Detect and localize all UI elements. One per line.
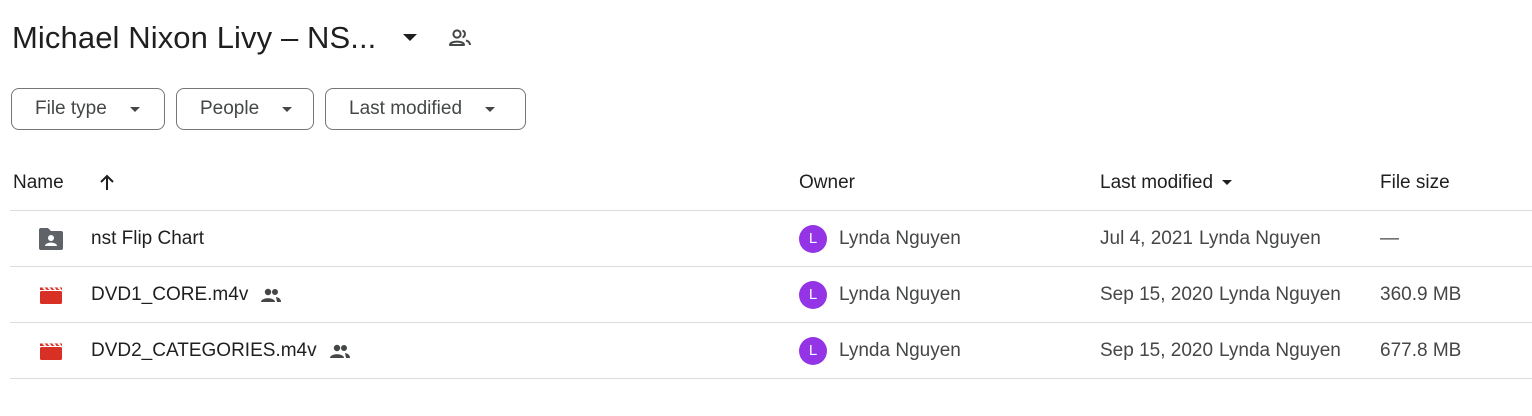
file-table: Name Owner Last modified File size nst F… — [0, 155, 1532, 379]
shared-folder-icon — [37, 211, 65, 266]
modified-cell: Sep 15, 2020 Lynda Nguyen — [1100, 323, 1341, 378]
owner-cell: L Lynda Nguyen — [799, 267, 961, 322]
file-name-cell: DVD2_CATEGORIES.m4v — [91, 323, 351, 378]
last-modified-column-header[interactable]: Last modified — [1100, 155, 1233, 210]
chevron-down-icon — [281, 106, 293, 113]
video-file-icon — [39, 323, 63, 378]
table-row[interactable]: DVD2_CATEGORIES.m4v L Lynda Nguyen Sep 1… — [10, 323, 1532, 379]
column-label: File size — [1380, 171, 1450, 193]
owner-name: Lynda Nguyen — [839, 339, 961, 361]
chevron-down-icon — [484, 106, 496, 113]
file-name[interactable]: DVD2_CATEGORIES.m4v — [91, 340, 317, 362]
file-type-filter[interactable]: File type — [11, 88, 165, 130]
last-modified-filter[interactable]: Last modified — [325, 88, 526, 130]
owner-column-header[interactable]: Owner — [799, 155, 855, 210]
shared-people-icon — [260, 287, 282, 303]
file-size-column-header[interactable]: File size — [1380, 155, 1450, 210]
chevron-down-icon — [129, 106, 141, 113]
file-name-cell: DVD1_CORE.m4v — [91, 267, 282, 322]
name-column-header[interactable]: Name — [13, 155, 64, 210]
owner-cell: L Lynda Nguyen — [799, 211, 961, 266]
modified-cell: Sep 15, 2020 Lynda Nguyen — [1100, 267, 1341, 322]
title-dropdown-icon[interactable] — [400, 28, 420, 48]
owner-name: Lynda Nguyen — [839, 227, 961, 249]
shared-people-icon — [329, 343, 351, 359]
modified-cell: Jul 4, 2021 Lynda Nguyen — [1100, 211, 1321, 266]
modified-date: Jul 4, 2021 — [1100, 227, 1193, 249]
video-file-icon — [39, 267, 63, 322]
sort-arrow-up-icon[interactable] — [98, 155, 116, 210]
column-label: Last modified — [1100, 171, 1214, 193]
file-size: 677.8 MB — [1380, 339, 1462, 361]
modified-date: Sep 15, 2020 — [1100, 339, 1214, 361]
modified-by: Lynda Nguyen — [1219, 339, 1341, 361]
modified-by: Lynda Nguyen — [1198, 227, 1321, 249]
modified-by: Lynda Nguyen — [1219, 283, 1341, 305]
avatar[interactable]: L — [799, 280, 827, 309]
file-name[interactable]: DVD1_CORE.m4v — [91, 284, 248, 306]
chip-label: Last modified — [349, 98, 463, 119]
filter-chips: File type People Last modified — [11, 88, 526, 130]
chip-label: File type — [35, 98, 107, 119]
table-row[interactable]: DVD1_CORE.m4v L Lynda Nguyen Sep 15, 202… — [10, 267, 1532, 323]
column-label: Name — [13, 171, 64, 193]
column-label: Owner — [799, 171, 855, 193]
page-title[interactable]: Michael Nixon Livy – NS... — [12, 20, 376, 56]
file-name[interactable]: nst Flip Chart — [91, 211, 204, 266]
arrow-drop-down-icon — [1221, 179, 1233, 186]
people-filter[interactable]: People — [176, 88, 314, 130]
people-icon[interactable] — [446, 24, 474, 52]
table-header: Name Owner Last modified File size — [10, 155, 1532, 211]
owner-name: Lynda Nguyen — [839, 283, 961, 305]
file-size: — — [1380, 227, 1399, 249]
file-size: 360.9 MB — [1380, 283, 1462, 305]
table-row[interactable]: nst Flip Chart L Lynda Nguyen Jul 4, 202… — [10, 211, 1532, 267]
chip-label: People — [200, 98, 260, 119]
avatar[interactable]: L — [799, 224, 827, 253]
modified-date: Sep 15, 2020 — [1100, 283, 1214, 305]
owner-cell: L Lynda Nguyen — [799, 323, 961, 378]
avatar[interactable]: L — [799, 336, 827, 365]
title-row: Michael Nixon Livy – NS... — [12, 14, 474, 62]
